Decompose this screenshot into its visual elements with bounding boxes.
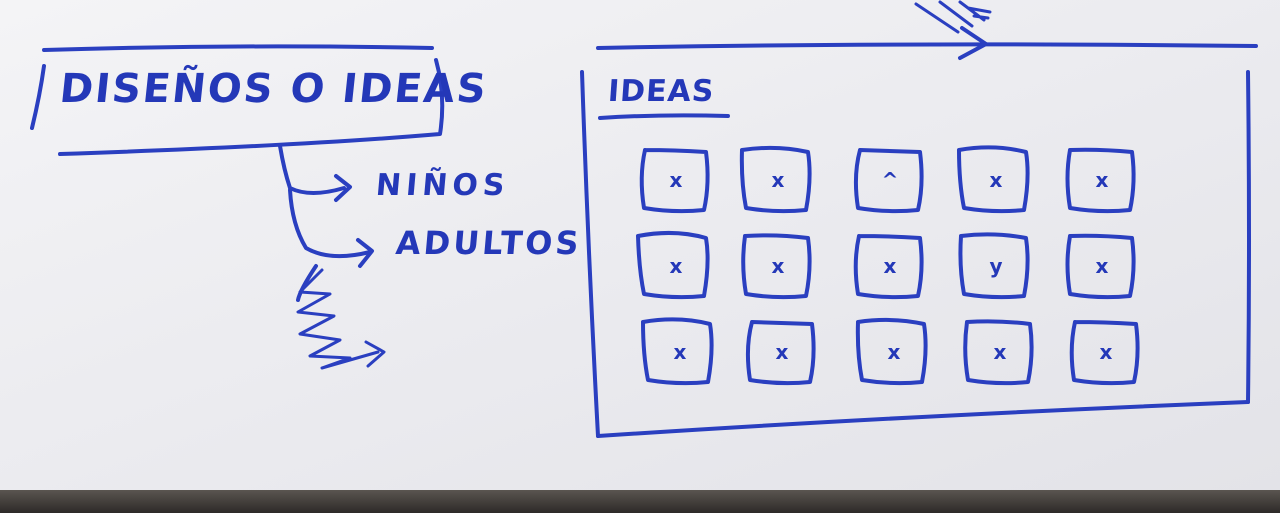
idea-card-mark: x (1095, 168, 1109, 192)
branch-label-adultos: ADULTOS (394, 224, 584, 262)
idea-card-mark: x (1095, 254, 1109, 278)
idea-card-mark: x (883, 254, 897, 278)
top-arrow (596, 0, 1258, 60)
branch-label-ninos: NIÑOS (374, 168, 512, 203)
idea-card-mark: x (673, 340, 687, 364)
idea-card-mark: x (775, 340, 789, 364)
idea-card-mark: x (989, 168, 1003, 192)
idea-card-mark: x (669, 254, 683, 278)
idea-card-mark: x (887, 340, 901, 364)
idea-card-mark: x (669, 168, 683, 192)
more-scribble (296, 268, 386, 370)
idea-card-mark: x (1099, 340, 1113, 364)
idea-card-mark: x (771, 168, 785, 192)
idea-card-mark: y (989, 254, 1003, 278)
main-box-label: DISEÑOS O IDEAS (57, 66, 490, 112)
branch-connectors (278, 144, 374, 302)
idea-card-mark: x (993, 340, 1007, 364)
ideas-panel-title: IDEAS (606, 74, 716, 109)
idea-card-mark: ^ (881, 168, 899, 192)
idea-card-mark: x (771, 254, 785, 278)
